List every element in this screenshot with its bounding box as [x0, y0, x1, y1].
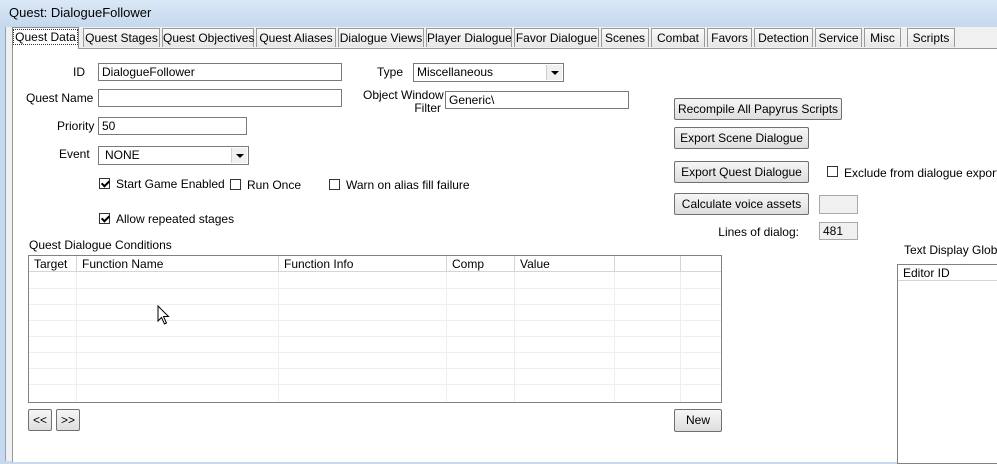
tab-quest-stages[interactable]: Quest Stages — [83, 28, 160, 47]
quest-data-panel: ID DialogueFollower Quest Name Priority … — [12, 48, 997, 464]
column-header-comp[interactable]: Comp — [447, 256, 515, 272]
grid-line — [29, 288, 721, 289]
column-header-target[interactable]: Target — [29, 256, 77, 272]
column-header-extra[interactable] — [615, 256, 681, 272]
start-game-enabled-checkbox[interactable] — [99, 178, 110, 189]
grid-line — [29, 368, 721, 369]
quest-window: Quest Data Quest Stages Quest Objectives… — [5, 27, 997, 464]
tab-quest-objectives[interactable]: Quest Objectives — [162, 28, 254, 47]
title-bar: Quest: DialogueFollower — [0, 0, 997, 27]
warn-alias-label: Warn on alias fill failure — [346, 178, 470, 192]
calculate-voice-assets-button[interactable]: Calculate voice assets — [674, 193, 809, 215]
quest-name-field[interactable] — [98, 89, 342, 107]
lines-of-dialog-field: 481 — [819, 222, 858, 240]
lines-of-dialog-label: Lines of dialog: — [718, 225, 799, 239]
export-scene-dialogue-button[interactable]: Export Scene Dialogue — [674, 127, 809, 149]
conditions-table[interactable]: Target Function Name Function Info Comp … — [28, 255, 722, 403]
window-title: Quest: DialogueFollower — [9, 5, 152, 20]
exclude-export-checkbox[interactable] — [827, 166, 838, 177]
column-header-function-info[interactable]: Function Info — [279, 256, 447, 272]
grid-line — [680, 272, 681, 402]
chevron-down-icon — [231, 148, 247, 163]
grid-line — [614, 272, 615, 402]
grid-line — [514, 272, 515, 402]
priority-label: Priority — [57, 119, 95, 133]
allow-repeated-checkbox[interactable] — [99, 213, 110, 224]
tab-service[interactable]: Service — [815, 28, 862, 47]
grid-line — [76, 272, 77, 402]
grid-line — [29, 384, 721, 385]
run-once-checkbox[interactable] — [230, 179, 241, 190]
chevron-down-icon — [546, 65, 562, 80]
priority-field[interactable]: 50 — [98, 117, 247, 135]
mouse-cursor-icon — [157, 305, 170, 325]
tab-quest-aliases[interactable]: Quest Aliases — [256, 28, 336, 47]
tab-player-dialogue[interactable]: Player Dialogue — [426, 28, 512, 47]
column-header-editor-id[interactable]: Editor ID — [898, 265, 997, 281]
id-field[interactable]: DialogueFollower — [98, 63, 342, 81]
id-label: ID — [73, 65, 85, 79]
tab-favors[interactable]: Favors — [707, 28, 752, 47]
tab-detection[interactable]: Detection — [754, 28, 813, 47]
grid-line — [278, 272, 279, 402]
tab-favor-dialogue[interactable]: Favor Dialogue — [514, 28, 599, 47]
quest-name-label: Quest Name — [26, 91, 94, 105]
type-dropdown[interactable]: Miscellaneous — [413, 63, 564, 82]
conditions-title: Quest Dialogue Conditions — [29, 238, 172, 252]
object-window-filter-label: Object Window Filter — [363, 88, 444, 115]
tab-scripts[interactable]: Scripts — [907, 28, 955, 47]
text-display-globals-table[interactable]: Editor ID — [897, 264, 997, 464]
next-button[interactable]: >> — [56, 409, 80, 431]
tab-dialogue-views[interactable]: Dialogue Views — [338, 28, 424, 47]
tab-combat[interactable]: Combat — [651, 28, 705, 47]
new-condition-button[interactable]: New — [674, 409, 722, 432]
column-header-filler — [681, 256, 721, 272]
tab-scenes[interactable]: Scenes — [601, 28, 649, 47]
column-header-function-name[interactable]: Function Name — [77, 256, 279, 272]
previous-button[interactable]: << — [28, 409, 52, 431]
type-value: Miscellaneous — [417, 65, 494, 79]
object-window-filter-field[interactable]: Generic\ — [445, 91, 629, 109]
run-once-label: Run Once — [247, 178, 302, 192]
text-display-globals-title: Text Display Globals — [904, 243, 997, 257]
export-quest-dialogue-button[interactable]: Export Quest Dialogue — [674, 161, 809, 183]
allow-repeated-label: Allow repeated stages — [116, 212, 235, 226]
grid-line — [29, 352, 721, 353]
warn-alias-checkbox[interactable] — [329, 179, 340, 190]
voice-assets-field — [819, 195, 858, 214]
exclude-export-label: Exclude from dialogue export — [844, 166, 997, 180]
event-dropdown[interactable]: NONE — [98, 146, 249, 165]
recompile-scripts-button[interactable]: Recompile All Papyrus Scripts — [674, 98, 842, 120]
tab-quest-data[interactable]: Quest Data — [12, 27, 79, 49]
start-game-enabled-label: Start Game Enabled — [116, 177, 225, 191]
grid-line — [29, 336, 721, 337]
event-label: Event — [59, 147, 90, 161]
grid-line — [29, 320, 721, 321]
grid-line — [446, 272, 447, 402]
tab-misc[interactable]: Misc — [864, 28, 901, 47]
grid-line — [29, 304, 721, 305]
column-header-value[interactable]: Value — [515, 256, 615, 272]
type-label: Type — [377, 65, 404, 79]
event-value: NONE — [105, 148, 140, 162]
